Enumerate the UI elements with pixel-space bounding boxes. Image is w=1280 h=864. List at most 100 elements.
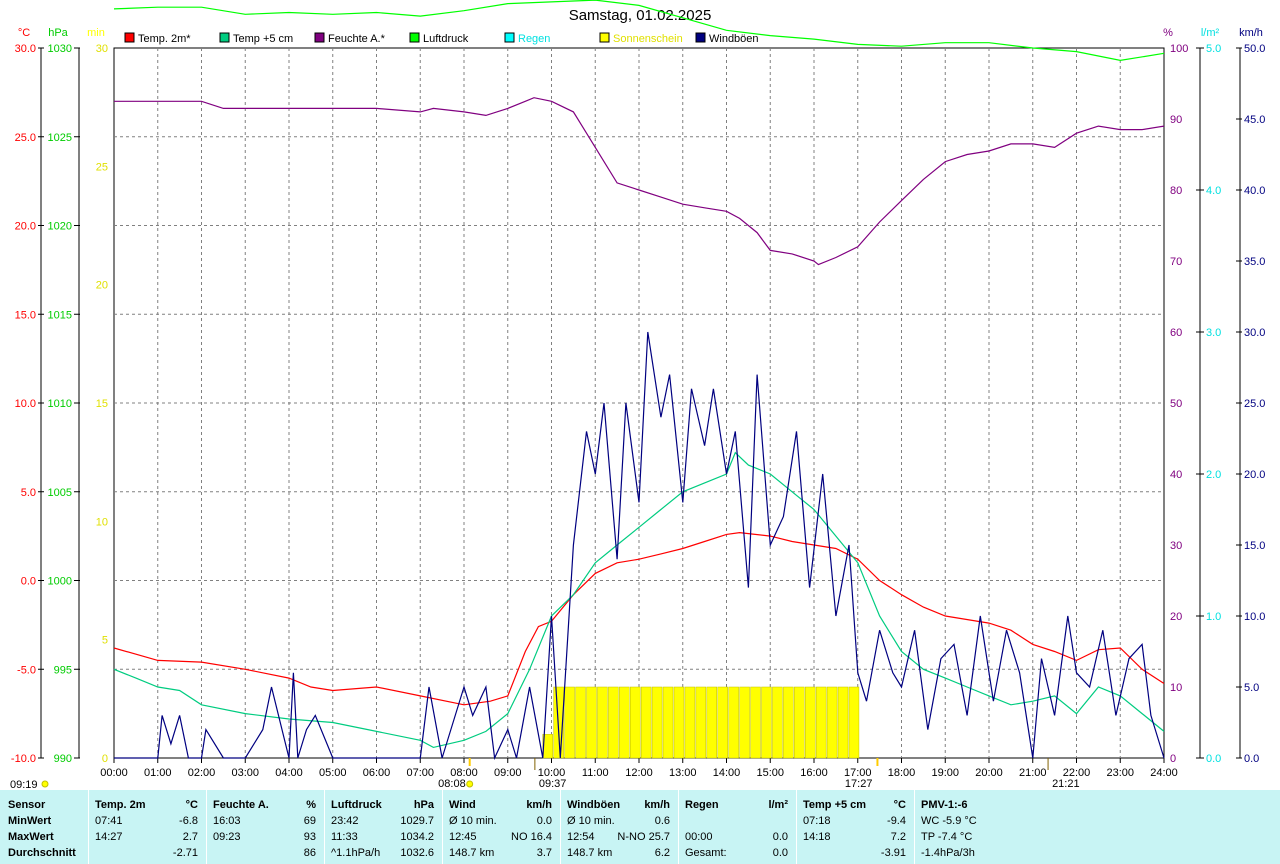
wind-tick-label: 15.0	[1244, 540, 1265, 552]
temp-tick-label: 0.0	[21, 576, 36, 588]
avg-value: 86	[303, 847, 316, 859]
pressure-tick-label: 1000	[48, 576, 72, 588]
pressure-tick-label: 1005	[48, 487, 72, 499]
sun-tick-label: 15	[96, 398, 108, 410]
summary-row: TP -7.4 °C	[914, 829, 1044, 845]
sun-tick-label: 20	[96, 280, 108, 292]
max-time: 14:27	[95, 831, 123, 843]
x-tick-label: 23:00	[1106, 767, 1134, 779]
summary-col: Temp +5 cm °C 07:18 -9.4 14:18 7.2 -3.91	[796, 790, 914, 864]
x-tick-label: 14:00	[713, 767, 741, 779]
min-time: 07:18	[803, 815, 831, 827]
temp-tick-label: 20.0	[15, 221, 36, 233]
x-tick-label: 18:00	[888, 767, 916, 779]
sunshine-bar	[684, 686, 696, 759]
min-time: Ø 10 min.	[567, 815, 615, 827]
sensor-unit: °C	[893, 799, 906, 811]
avg-value: 1032.6	[400, 847, 434, 859]
summary-row: 12:45 NO 16.4	[442, 829, 560, 845]
corner-time: 09:19	[10, 779, 38, 790]
sunshine-bar	[826, 686, 838, 759]
sunset-time: 17:27	[845, 778, 873, 790]
legend-swatch	[314, 32, 325, 43]
x-tick-label: 03:00	[231, 767, 259, 779]
chart-canvas: Samstag, 01.02.2025 °C hPa min% l/m² km/h 30.0…	[10, 0, 1265, 790]
sun-tick-label: 5	[102, 635, 108, 647]
humidity-tick-label: 80	[1170, 185, 1182, 197]
avg-prefix: -1.4hPa/3h	[921, 847, 975, 859]
wind-tick-label: 45.0	[1244, 114, 1265, 126]
humidity-tick-label: 40	[1170, 469, 1182, 481]
legend-swatch	[504, 32, 515, 43]
summary-row: Luftdruck hPa	[324, 797, 442, 813]
summary-row: -3.91	[796, 845, 914, 861]
chart-title: Samstag, 01.02.2025	[569, 7, 712, 24]
summary-row: 00:00 0.0	[678, 829, 796, 845]
wind-tick-label: 20.0	[1244, 469, 1265, 481]
min-value: 1029.7	[400, 815, 434, 827]
temp-tick-label: -10.0	[11, 753, 36, 765]
avg-value: -3.91	[880, 847, 906, 859]
sunrise-time: 08:08	[438, 778, 466, 790]
summary-row	[678, 813, 796, 829]
sunshine-bar	[750, 686, 761, 759]
summary-row: Regen l/m²	[678, 797, 796, 813]
wind-tick-label: 10.0	[1244, 611, 1265, 623]
summary-row: 86	[206, 845, 324, 861]
sunshine-bar	[772, 686, 783, 759]
pressure-tick-label: 1015	[48, 309, 72, 321]
max-value: 1034.2	[400, 831, 434, 843]
max-value: 2.7	[182, 831, 198, 843]
humidity-tick-label: 0	[1170, 753, 1176, 765]
sensor-unit: km/h	[526, 799, 552, 811]
max-value: 93	[303, 831, 316, 843]
legend-label: Temp. 2m*	[138, 33, 191, 45]
sunshine-bar	[673, 686, 685, 759]
sun-tick-label: 10	[96, 516, 108, 528]
sunshine-bar	[815, 686, 827, 759]
legend-label: Regen	[518, 33, 550, 45]
sunshine-bar	[597, 686, 608, 759]
summary-row: ^1.1hPa/h 1032.6	[324, 845, 442, 861]
sensor-unit: hPa	[413, 799, 434, 811]
row-label-min: MinWert	[8, 815, 52, 827]
max-time: 12:54	[567, 831, 595, 843]
max-value: N-NO 25.7	[617, 831, 670, 843]
rain-tick-label: 2.0	[1206, 469, 1221, 481]
min-time: Ø 10 min.	[449, 815, 497, 827]
summary-row: Wind km/h	[442, 797, 560, 813]
avg-prefix: 148.7 km	[567, 847, 613, 859]
summary-row: 16:03 69	[206, 813, 324, 829]
sunshine-bar	[728, 686, 739, 759]
axis-unit-sun: min	[87, 27, 105, 39]
x-tick-label: 06:00	[363, 767, 391, 779]
avg-value: 3.7	[536, 847, 552, 859]
sunshine-bar	[805, 686, 816, 759]
sun-tick-label: 25	[96, 161, 108, 173]
x-tick-label: 13:00	[669, 767, 697, 779]
humidity-tick-label: 30	[1170, 540, 1182, 552]
rain-tick-label: 1.0	[1206, 611, 1221, 623]
summary-labels-col: Sensor MinWert MaxWert Durchschnitt	[0, 790, 88, 864]
summary-row: 07:41 -6.8	[88, 813, 206, 829]
summary-row: -2.71	[88, 845, 206, 861]
summary-table: Sensor MinWert MaxWert Durchschnitt Temp…	[0, 790, 1280, 864]
sunshine-bar	[717, 686, 728, 759]
avg-prefix: ^1.1hPa/h	[331, 847, 381, 859]
x-tick-label: 12:00	[625, 767, 653, 779]
sunshine-bar	[564, 686, 575, 759]
x-tick-label: 11:00	[582, 767, 609, 779]
rain-tick-label: 4.0	[1206, 185, 1221, 197]
x-tick-label: 24:00	[1150, 767, 1178, 779]
wind-tick-label: 30.0	[1244, 327, 1265, 339]
summary-col: Regen l/m² 00:00 0.0 Gesamt: 0.0	[678, 790, 796, 864]
legend-swatch	[124, 32, 135, 43]
x-tick-label: 00:00	[100, 767, 128, 779]
x-tick-label: 21:00	[1019, 767, 1047, 779]
temp-tick-label: 10.0	[15, 398, 36, 410]
summary-row: -1.4hPa/3h	[914, 845, 1044, 861]
summary-row: Ø 10 min. 0.6	[560, 813, 678, 829]
humidity-tick-label: 20	[1170, 611, 1182, 623]
summary-row: Windböen km/h	[560, 797, 678, 813]
summary-row: Feuchte A.%	[206, 797, 324, 813]
